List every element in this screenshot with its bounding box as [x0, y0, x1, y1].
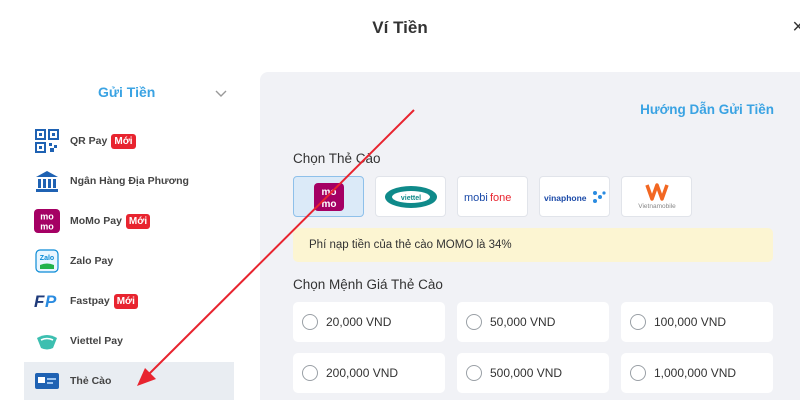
amount-option[interactable]: 200,000 VND: [293, 353, 445, 393]
amount-label: 1,000,000 VND: [654, 366, 737, 380]
denomination-section-label: Chọn Mệnh Giá Thẻ Cào: [293, 277, 443, 292]
amount-label: 100,000 VND: [654, 315, 727, 329]
amount-option[interactable]: 1,000,000 VND: [621, 353, 773, 393]
amount-label: 20,000 VND: [326, 315, 392, 329]
carrier-vinaphone[interactable]: vinaphone: [539, 176, 610, 217]
sidebar-item-zalo-pay[interactable]: Zalo Zalo Pay: [24, 242, 234, 280]
radio-button[interactable]: [302, 365, 318, 381]
sidebar-title: Gửi Tiền: [98, 84, 156, 100]
carrier-viettel[interactable]: viettel: [375, 176, 446, 217]
card-icon: [34, 368, 60, 394]
svg-text:mo: mo: [40, 212, 54, 222]
close-icon[interactable]: ×: [792, 16, 800, 39]
sidebar-item-momo-pay[interactable]: mo mo MoMo Pay Mới: [24, 202, 234, 240]
card-section-label: Chọn Thẻ Cào: [293, 151, 381, 166]
amount-option[interactable]: 50,000 VND: [457, 302, 609, 342]
modal-title: Ví Tiền: [372, 18, 428, 37]
sidebar-item-local-bank[interactable]: Ngân Hàng Địa Phương: [24, 162, 234, 200]
modal-header: Ví Tiền ×: [0, 0, 800, 60]
svg-text:F: F: [34, 292, 45, 311]
radio-button[interactable]: [302, 314, 318, 330]
deposit-guide-link[interactable]: Hướng Dẫn Gửi Tiền: [640, 102, 774, 117]
sidebar-item-label: MoMo Pay: [70, 215, 122, 227]
new-badge: Mới: [113, 293, 138, 309]
viettel-logo: viettel: [384, 185, 437, 208]
carrier-momo[interactable]: mo mo: [293, 176, 364, 217]
svg-text:viettel: viettel: [400, 195, 420, 202]
sidebar-header[interactable]: Gửi Tiền: [24, 84, 234, 104]
radio-button[interactable]: [466, 314, 482, 330]
svg-text:mo: mo: [40, 222, 54, 232]
sidebar-item-label: Fastpay: [70, 295, 110, 307]
carrier-vietnamobile[interactable]: Vietnamobile: [621, 176, 692, 217]
sidebar-item-label: Thẻ Cào: [70, 375, 112, 387]
sidebar-item-scratch-card[interactable]: Thẻ Cào: [24, 362, 234, 400]
fee-notice: Phí nạp tiền của thẻ cào MOMO là 34%: [293, 228, 773, 262]
sidebar-item-viettel-pay[interactable]: Viettel Pay: [24, 322, 234, 360]
svg-text:mo: mo: [321, 199, 336, 210]
viettelpay-icon: [34, 328, 60, 354]
carrier-mobifone[interactable]: mobi fone: [457, 176, 528, 217]
svg-text:fone: fone: [490, 192, 511, 204]
svg-text:mo: mo: [321, 187, 336, 198]
sidebar-item-label: QR Pay: [70, 135, 108, 147]
svg-text:P: P: [45, 292, 57, 311]
amount-label: 50,000 VND: [490, 315, 556, 329]
sidebar-item-label: Zalo Pay: [70, 255, 114, 267]
radio-button[interactable]: [466, 365, 482, 381]
sidebar-item-label: Viettel Pay: [70, 335, 123, 347]
svg-text:mobi: mobi: [464, 192, 488, 204]
sidebar-item-fastpay[interactable]: F P Fastpay Mới: [24, 282, 234, 320]
svg-text:vinaphone: vinaphone: [544, 193, 587, 203]
amount-label: 500,000 VND: [490, 366, 563, 380]
vinaphone-logo: vinaphone: [544, 190, 606, 203]
mobifone-logo: mobi fone: [464, 192, 511, 204]
chevron-down-icon: [215, 90, 227, 97]
svg-text:Zalo: Zalo: [40, 255, 54, 262]
momo-icon: mo mo: [34, 208, 60, 234]
amount-option[interactable]: 100,000 VND: [621, 302, 773, 342]
sidebar-item-qr-pay[interactable]: QR Pay Mới: [24, 122, 234, 160]
amount-label: 200,000 VND: [326, 366, 399, 380]
momo-logo: mo mo: [313, 182, 344, 211]
radio-button[interactable]: [630, 314, 646, 330]
sidebar: Gửi Tiền QR Pay Mới Ngân Hàng Địa Phương…: [0, 70, 245, 400]
new-badge: Mới: [125, 213, 151, 229]
svg-text:Vietnamobile: Vietnamobile: [638, 203, 676, 210]
vietnamobile-logo: Vietnamobile: [638, 182, 676, 210]
fastpay-icon: F P: [34, 288, 60, 314]
deposit-panel: Hướng Dẫn Gửi Tiền Chọn Thẻ Cào mo mo vi…: [260, 72, 800, 400]
bank-icon: [34, 168, 60, 194]
amount-option[interactable]: 500,000 VND: [457, 353, 609, 393]
zalopay-icon: Zalo: [34, 248, 60, 274]
qr-code-icon: [34, 128, 60, 154]
sidebar-item-label: Ngân Hàng Địa Phương: [70, 175, 189, 187]
new-badge: Mới: [111, 133, 136, 149]
amount-option[interactable]: 20,000 VND: [293, 302, 445, 342]
radio-button[interactable]: [630, 365, 646, 381]
